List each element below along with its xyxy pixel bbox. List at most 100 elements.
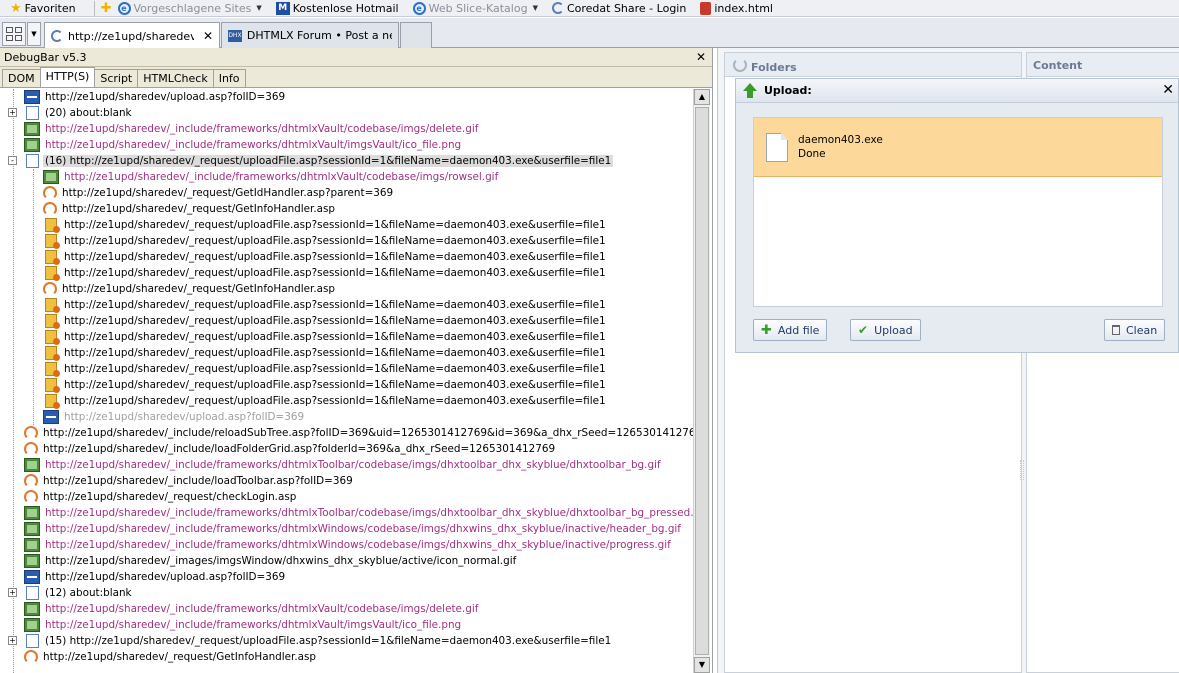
star-icon: ★ [10,0,22,16]
scroll-down-button[interactable]: ▼ [694,657,710,673]
add-file-button[interactable]: ✚ Add file [753,319,828,341]
page-icon [26,106,39,120]
request-url: http://ze1upd/sharedev/_request/uploadFi… [64,331,606,343]
request-row[interactable]: http://ze1upd/sharedev/_include/framewor… [0,601,693,617]
hotmail-icon: M [275,1,290,15]
request-row[interactable]: http://ze1upd/sharedev/upload.asp?folID=… [0,569,693,585]
request-url: http://ze1upd/sharedev/_request/uploadFi… [64,251,606,263]
separator [93,0,95,16]
expand-icon[interactable]: + [8,108,17,117]
favorite-link[interactable]: index.html [700,1,773,15]
chevron-down-icon[interactable]: ▼ [533,4,538,12]
scroll-thumb[interactable] [695,107,709,655]
request-row[interactable]: - (16) http://ze1upd/sharedev/_request/up… [0,153,693,169]
request-row[interactable]: http://ze1upd/sharedev/_include/framewor… [0,617,693,633]
request-row[interactable]: http://ze1upd/sharedev/_include/framewor… [0,457,693,473]
request-row[interactable]: http://ze1upd/sharedev/_request/GetIdHan… [0,185,693,201]
favorite-link[interactable]: M Kostenlose Hotmail [275,1,399,15]
request-row[interactable]: http://ze1upd/sharedev/_include/loadFold… [0,441,693,457]
request-url: http://ze1upd/sharedev/_include/framewor… [45,459,661,471]
panel-resize-handle[interactable] [1020,460,1024,480]
request-row[interactable]: http://ze1upd/sharedev/_request/uploadFi… [0,329,693,345]
request-row[interactable]: http://ze1upd/sharedev/_request/uploadFi… [0,393,693,409]
favorite-link[interactable]: e Web Slice-Katalog ▼ [412,1,538,15]
request-row[interactable]: + (20) about:blank [0,105,693,121]
chevron-down-icon[interactable]: ▼ [256,4,261,12]
loading-icon [51,30,63,42]
ajax-request-icon [43,282,57,296]
request-row[interactable]: + (12) about:blank [0,585,693,601]
request-row[interactable]: http://ze1upd/sharedev/_request/GetInfoH… [0,649,693,665]
request-row[interactable]: http://ze1upd/sharedev/upload.asp?folID=… [0,409,693,425]
request-row[interactable]: http://ze1upd/sharedev/_request/uploadFi… [0,233,693,249]
file-list-item[interactable]: daemon403.exe Done [754,118,1162,177]
request-row[interactable]: http://ze1upd/sharedev/_include/framewor… [0,121,693,137]
favorite-link-label: Kostenlose Hotmail [292,1,399,15]
debugbar-tab-script[interactable]: Script [94,69,139,87]
request-row[interactable]: http://ze1upd/sharedev/_request/checkLog… [0,489,693,505]
expand-icon[interactable]: + [8,588,17,597]
request-row[interactable]: http://ze1upd/sharedev/_request/uploadFi… [0,297,693,313]
request-row[interactable]: http://ze1upd/sharedev/upload.asp?folID=… [0,89,693,105]
favorite-link[interactable]: e Vorgeschlagene Sites ▼ [117,1,262,15]
upload-dialog-title: Upload: [764,84,812,97]
request-row[interactable]: http://ze1upd/sharedev/_request/uploadFi… [0,249,693,265]
upload-dialog-titlebar[interactable]: Upload: [736,79,1178,103]
add-file-label: Add file [777,323,820,337]
loading-icon [733,58,747,72]
debugbar-tab-htmlcheck[interactable]: HTMLCheck [137,69,214,87]
request-row[interactable]: http://ze1upd/sharedev/_include/framewor… [0,505,693,521]
request-row[interactable]: http://ze1upd/sharedev/_include/loadTool… [0,473,693,489]
ajax-request-icon [24,650,38,664]
close-debugbar-icon[interactable]: ✕ [696,50,706,64]
request-row[interactable]: http://ze1upd/sharedev/_request/uploadFi… [0,377,693,393]
quick-tabs-button[interactable] [2,22,26,46]
add-favorite-icon[interactable]: ✚ [101,2,112,15]
close-tab-icon[interactable]: ✕ [203,29,213,43]
request-row[interactable]: http://ze1upd/sharedev/_include/framewor… [0,521,693,537]
request-row[interactable]: http://ze1upd/sharedev/_request/uploadFi… [0,361,693,377]
request-row[interactable]: http://ze1upd/sharedev/_include/framewor… [0,137,693,153]
debugbar-tab-info[interactable]: Info [212,69,246,87]
favorite-link-label: Vorgeschlagene Sites [133,1,252,15]
favorite-link-label: Web Slice-Katalog [428,1,528,15]
upload-file-list: daemon403.exe Done [753,117,1163,307]
favorite-link[interactable]: Coredat Share - Login [551,2,686,15]
file-icon [766,132,788,162]
vertical-scrollbar[interactable]: ▲ ▼ [693,89,710,673]
request-row[interactable]: http://ze1upd/sharedev/_include/framewor… [0,169,693,185]
plus-icon: ✚ [761,322,772,338]
request-row[interactable]: http://ze1upd/sharedev/_request/uploadFi… [0,217,693,233]
new-tab-button[interactable] [400,22,432,48]
image-icon [24,618,40,632]
favorites-button[interactable]: ★ Favoriten [10,2,76,15]
request-row[interactable]: http://ze1upd/sharedev/_include/reloadSu… [0,425,693,441]
scroll-up-button[interactable]: ▲ [694,89,710,105]
close-dialog-icon[interactable]: ✕ [1162,82,1174,98]
request-row[interactable]: http://ze1upd/sharedev/_request/GetInfoH… [0,201,693,217]
upload-button[interactable]: ✔ Upload [850,319,921,341]
debugbar-tab-https[interactable]: HTTP(S) [39,67,96,87]
page-icon [26,634,39,648]
request-row[interactable]: + (15) http://ze1upd/sharedev/_request/up… [0,633,693,649]
request-row[interactable]: http://ze1upd/sharedev/_include/framewor… [0,537,693,553]
clean-button[interactable]: Clean [1104,319,1166,341]
tab-dhtmlx-forum[interactable]: DHX DHTMLX Forum • Post a new... [221,22,399,48]
request-row[interactable]: http://ze1upd/sharedev/_request/uploadFi… [0,313,693,329]
request-row[interactable]: http://ze1upd/sharedev/_request/uploadFi… [0,345,693,361]
request-url: (16) http://ze1upd/sharedev/_request/upl… [43,155,614,167]
tab-bar: ▼ http://ze1upd/sharedev/... ✕ DHX DHTML… [0,18,1179,49]
grid-icon [15,27,22,33]
image-icon [43,170,59,184]
request-row[interactable]: http://ze1upd/sharedev/_request/GetInfoH… [0,281,693,297]
expand-icon[interactable]: + [8,636,17,645]
dhtmlx-icon: DHX [228,29,242,42]
debugbar-tab-dom[interactable]: DOM [2,69,41,87]
tab-list-button[interactable]: ▼ [27,22,41,46]
locked-request-icon [45,234,60,249]
collapse-icon[interactable]: - [8,156,17,165]
tab-sharedev[interactable]: http://ze1upd/sharedev/... ✕ [44,22,220,49]
request-row[interactable]: http://ze1upd/sharedev/_request/uploadFi… [0,265,693,281]
request-url: http://ze1upd/sharedev/_include/reloadSu… [43,427,693,439]
request-row[interactable]: http://ze1upd/sharedev/_images/imgsWindo… [0,553,693,569]
